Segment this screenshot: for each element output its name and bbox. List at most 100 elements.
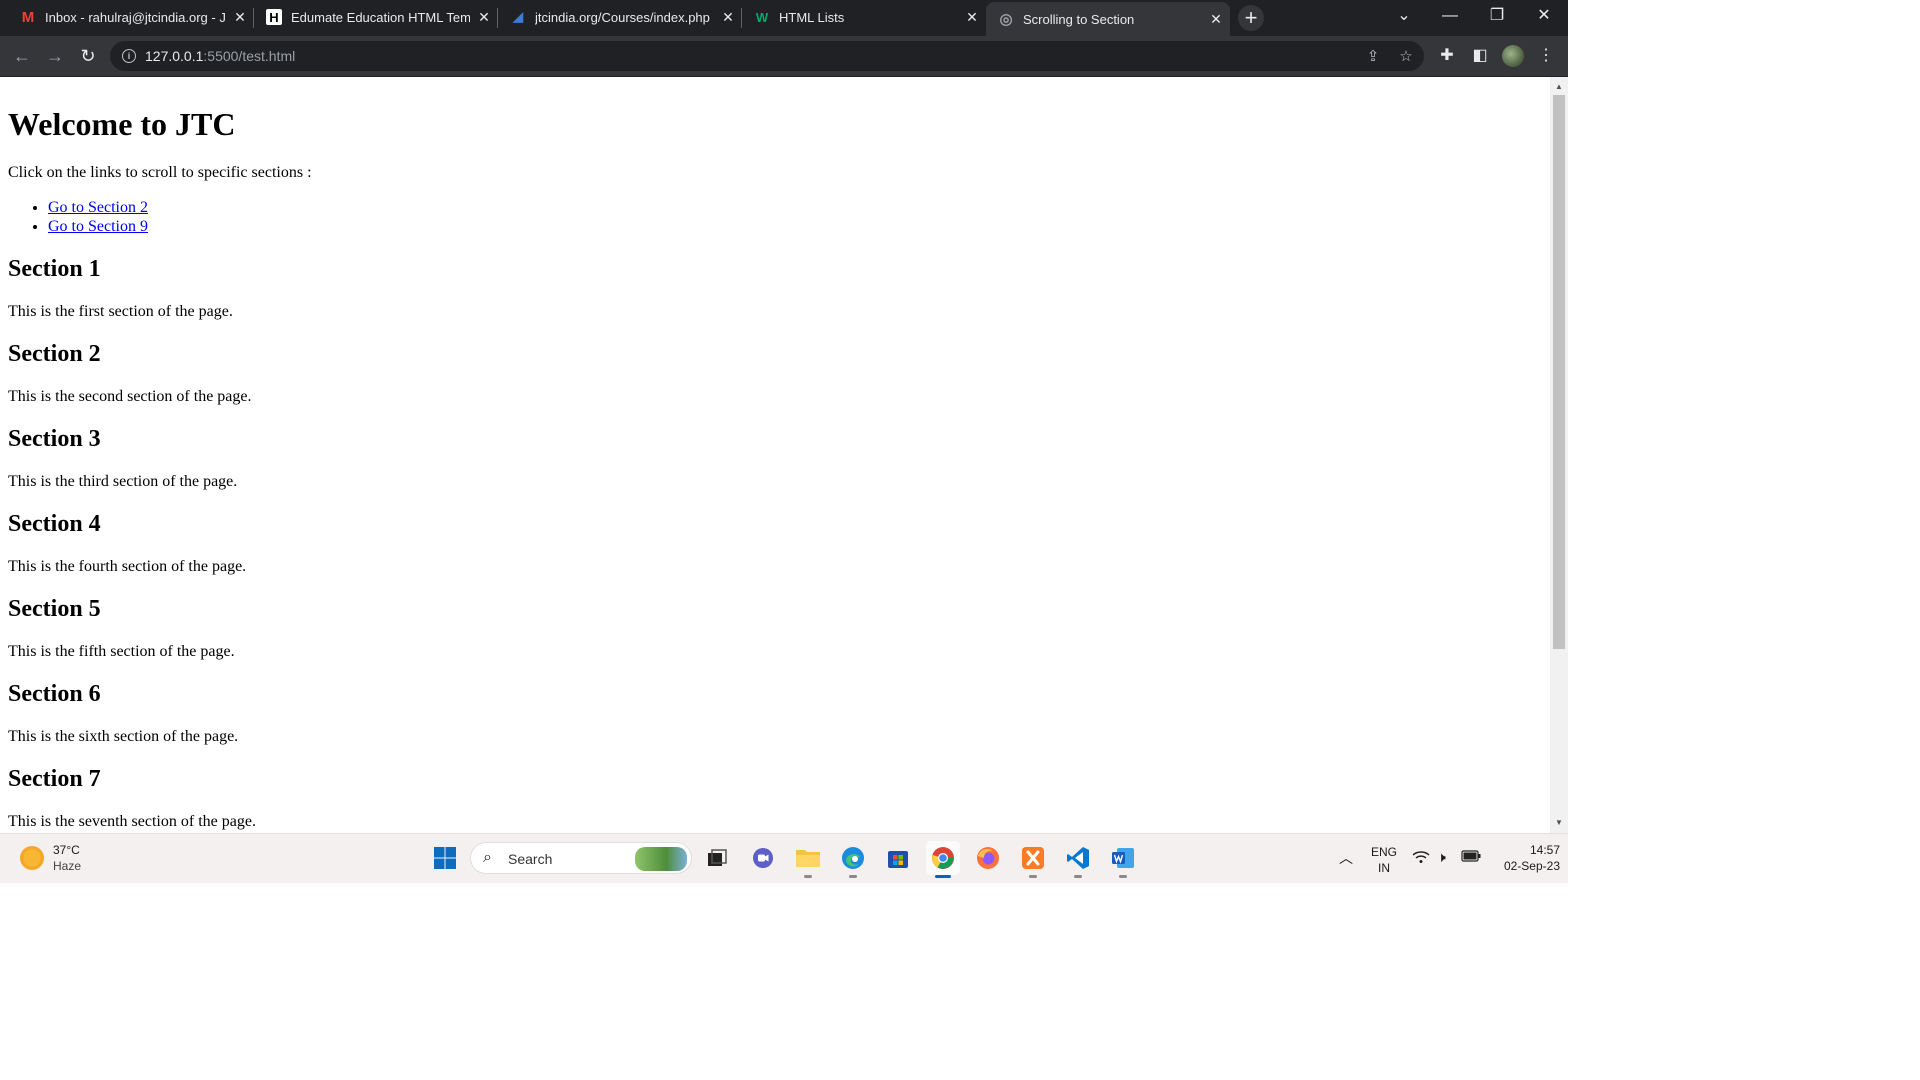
tab-scrolling-to-section[interactable]: ◎ Scrolling to Section ✕	[986, 2, 1230, 36]
running-indicator	[849, 875, 857, 878]
list-item: Go to Section 9	[48, 217, 1542, 236]
close-icon[interactable]: ✕	[476, 9, 492, 25]
running-indicator	[935, 875, 951, 878]
section-6-text: This is the sixth section of the page.	[8, 728, 239, 745]
section-7-text: This is the seventh section of the page.	[8, 813, 256, 830]
reload-button[interactable]: ↻	[74, 42, 102, 70]
teams-chat-icon[interactable]	[746, 841, 780, 875]
search-icon: ⌕	[483, 849, 492, 866]
gmail-icon: M	[21, 8, 35, 26]
bookmark-star-icon[interactable]: ☆	[1395, 46, 1417, 68]
info-icon[interactable]: i	[122, 49, 136, 63]
weather-widget[interactable]: 37°C Haze	[20, 842, 81, 874]
close-icon[interactable]: ✕	[232, 9, 248, 25]
tab-title: HTML Lists	[779, 9, 845, 25]
scroll-up-arrow-icon[interactable]: ▲	[1550, 80, 1568, 94]
running-indicator	[1074, 875, 1082, 878]
clock-date: 02-Sep-23	[1503, 859, 1560, 873]
page-heading: Welcome to JTC	[8, 106, 236, 142]
forward-button[interactable]: →	[41, 42, 69, 70]
url-text[interactable]: 127.0.0.1:5500/test.html	[145, 48, 295, 64]
close-icon[interactable]: ✕	[720, 9, 736, 25]
windows-taskbar: 37°C Haze ⌕ Search ︿ ENG IN 🕨 14:57 02-S…	[0, 833, 1568, 883]
section-3-heading: Section 3	[8, 426, 101, 452]
tab-html-lists[interactable]: W HTML Lists ✕	[742, 0, 986, 34]
haze-sun-icon	[20, 846, 44, 870]
back-button[interactable]: ←	[8, 42, 36, 70]
close-icon[interactable]: ✕	[1208, 11, 1224, 27]
address-bar[interactable]: i 127.0.0.1:5500/test.html ⇪ ☆	[110, 41, 1424, 71]
tab-title: Scrolling to Section	[1023, 11, 1135, 27]
language-indicator[interactable]: ENG IN	[1371, 844, 1397, 876]
section-1-text: This is the first section of the page.	[8, 303, 233, 320]
task-view-icon[interactable]	[700, 841, 734, 875]
extensions-puzzle-icon[interactable]: ✚	[1434, 43, 1460, 69]
windows-start-icon[interactable]	[428, 841, 462, 875]
search-label: Search	[508, 851, 553, 867]
chrome-icon[interactable]	[926, 841, 960, 878]
show-hidden-icons-chevron-icon[interactable]: ︿	[1339, 848, 1353, 868]
section-links-list: Go to Section 2 Go to Section 9	[8, 198, 1542, 236]
tab-edumate[interactable]: H Edumate Education HTML Templa ✕	[254, 0, 498, 34]
running-indicator	[1029, 875, 1037, 878]
tab-search-chevron-icon[interactable]: ⌄	[1384, 4, 1424, 30]
volume-muted-icon[interactable]: 🕨	[1437, 849, 1446, 866]
new-tab-button[interactable]: +	[1238, 5, 1264, 31]
tab-title: Edumate Education HTML Templa	[291, 9, 470, 25]
section-1-heading: Section 1	[8, 256, 101, 282]
close-window-button[interactable]: ✕	[1524, 4, 1564, 30]
microsoft-store-icon[interactable]	[881, 841, 915, 875]
section-6-heading: Section 6	[8, 681, 101, 707]
intro-text: Click on the links to scroll to specific…	[8, 164, 312, 181]
link-section-2[interactable]: Go to Section 2	[48, 199, 148, 216]
section-5-text: This is the fifth section of the page.	[8, 643, 235, 660]
running-indicator	[804, 875, 812, 878]
battery-charging-icon[interactable]	[1461, 850, 1481, 865]
section-7-heading: Section 7	[8, 766, 101, 792]
file-explorer-icon[interactable]	[791, 841, 825, 878]
section-3-text: This is the third section of the page.	[8, 473, 238, 490]
globe-icon: ◎	[999, 11, 1013, 28]
page-scrollbar[interactable]: ▲ ▼	[1550, 77, 1568, 833]
scrollbar-thumb[interactable]	[1553, 95, 1565, 649]
share-icon[interactable]: ⇪	[1362, 46, 1384, 68]
xampp-icon[interactable]	[1016, 841, 1050, 878]
weather-temperature: 37°C	[53, 843, 80, 857]
tab-gmail[interactable]: M Inbox - rahulraj@jtcindia.org - JT ✕	[8, 0, 254, 34]
list-item: Go to Section 2	[48, 198, 1542, 217]
scroll-down-arrow-icon[interactable]: ▼	[1550, 816, 1568, 830]
page-content: Welcome to JTC Click on the links to scr…	[0, 77, 1550, 833]
section-5-heading: Section 5	[8, 596, 101, 622]
minimize-button[interactable]: —	[1430, 4, 1470, 30]
clock-time: 14:57	[1529, 843, 1560, 857]
section-2-heading: Section 2	[8, 341, 101, 367]
word-icon[interactable]	[1106, 841, 1140, 878]
link-section-9[interactable]: Go to Section 9	[48, 218, 148, 235]
page-viewport: Welcome to JTC Click on the links to scr…	[0, 77, 1550, 833]
region-code: IN	[1378, 861, 1390, 875]
w3schools-icon: W	[755, 9, 769, 25]
edge-browser-icon[interactable]	[836, 841, 870, 878]
system-clock[interactable]: 14:57 02-Sep-23	[1480, 842, 1560, 874]
search-highlight-image	[635, 847, 687, 871]
close-icon[interactable]: ✕	[964, 9, 980, 25]
wifi-icon[interactable]	[1412, 850, 1430, 867]
restore-button[interactable]: ❐	[1477, 4, 1517, 30]
section-2-text: This is the second section of the page.	[8, 388, 252, 405]
vscode-icon[interactable]	[1061, 841, 1095, 878]
weather-condition: Haze	[53, 859, 82, 873]
taskbar-search[interactable]: ⌕ Search	[470, 842, 692, 874]
tab-title: jtcindia.org/Courses/index.php	[535, 9, 710, 25]
section-4-heading: Section 4	[8, 511, 101, 537]
section-4-text: This is the fourth section of the page.	[8, 558, 247, 575]
tab-title: Inbox - rahulraj@jtcindia.org - JT	[45, 9, 226, 25]
side-panel-icon[interactable]: ◧	[1467, 43, 1493, 69]
profile-avatar[interactable]	[1502, 45, 1524, 67]
jtc-icon: ◢	[513, 9, 523, 24]
running-indicator	[1119, 875, 1127, 878]
tab-jtc-courses[interactable]: ◢ jtcindia.org/Courses/index.php ✕	[498, 0, 742, 34]
h-logo-icon: H	[266, 9, 282, 25]
browser-toolbar: ← → ↻ i 127.0.0.1:5500/test.html ⇪ ☆ ✚ ◧…	[0, 36, 1568, 77]
more-menu-icon[interactable]: ⋮	[1533, 43, 1559, 69]
firefox-icon[interactable]	[971, 841, 1005, 875]
